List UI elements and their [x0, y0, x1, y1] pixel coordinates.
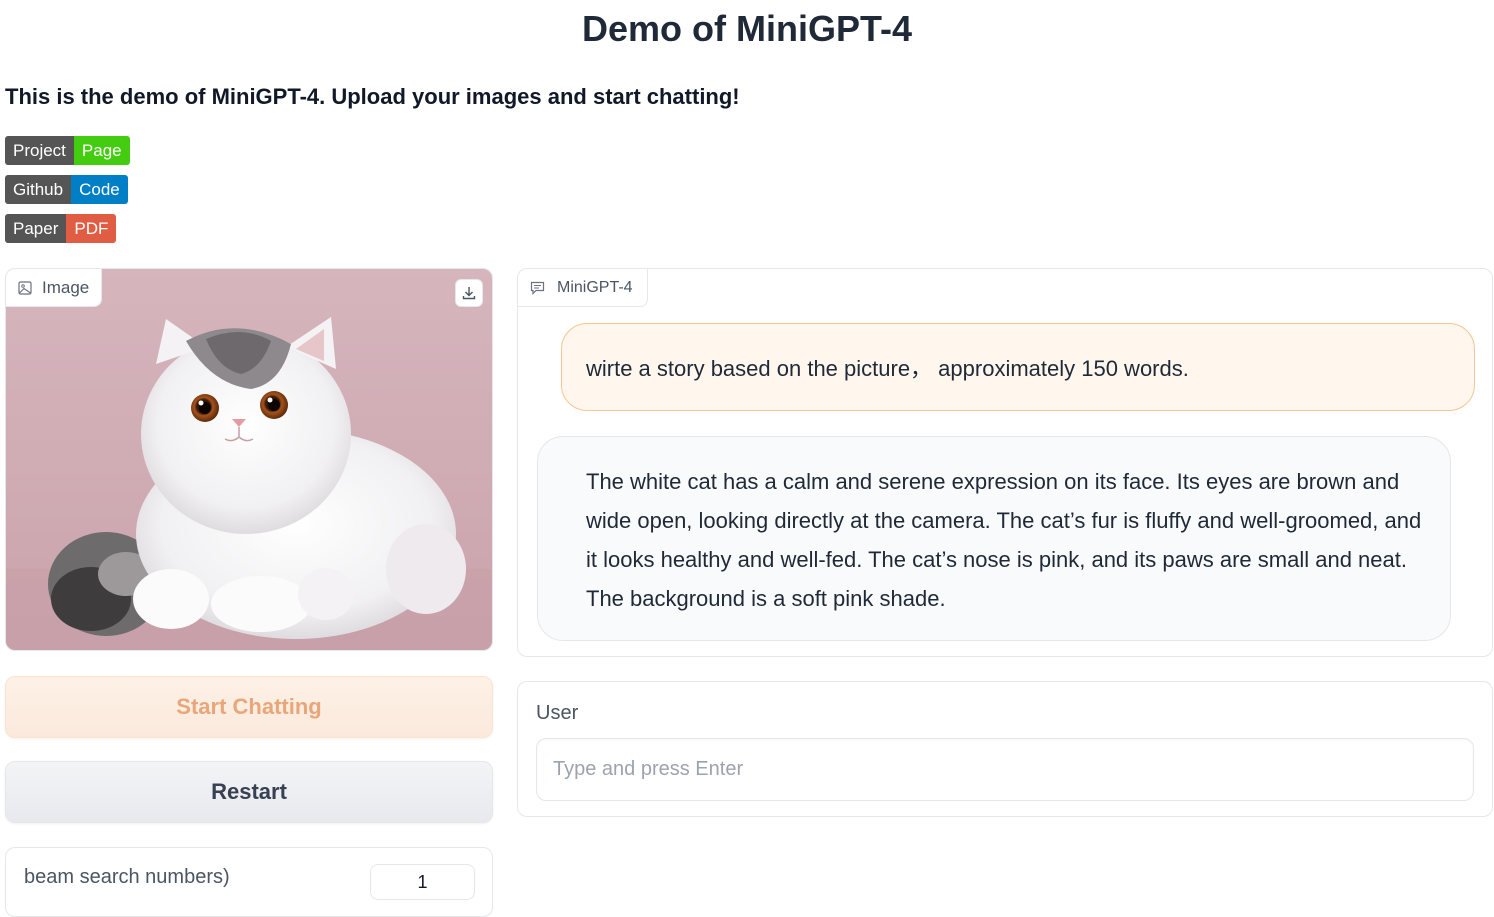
badge-right-label: Page	[73, 136, 130, 165]
github-code-badge[interactable]: Github Code	[5, 175, 128, 204]
paper-pdf-badge[interactable]: Paper PDF	[5, 214, 117, 243]
badge-right-label: Code	[71, 175, 128, 204]
beam-search-panel: beam search numbers) 1	[5, 847, 493, 917]
download-icon	[462, 287, 476, 300]
restart-button[interactable]: Restart	[5, 761, 493, 823]
start-chatting-button[interactable]: Start Chatting	[5, 676, 493, 738]
chatbot-panel: MiniGPT-4 wirte a story based on the pic…	[517, 268, 1493, 657]
page-subtitle: This is the demo of MiniGPT-4. Upload yo…	[5, 84, 740, 109]
image-label: Image	[6, 269, 103, 307]
user-input-panel: User	[517, 681, 1493, 817]
beam-search-label: beam search numbers)	[24, 866, 230, 888]
bot-message-bubble: The white cat has a calm and serene expr…	[537, 436, 1451, 641]
user-message-input[interactable]	[536, 738, 1474, 801]
image-label-text: Image	[42, 277, 90, 297]
page-title: Demo of MiniGPT-4	[581, 8, 912, 49]
user-input-label: User	[536, 702, 579, 724]
badge-left-label: Github	[5, 175, 72, 204]
download-button[interactable]	[455, 279, 483, 307]
beam-search-input[interactable]: 1	[370, 864, 475, 900]
cat-photo	[6, 269, 492, 650]
image-upload-panel[interactable]: Image	[5, 268, 493, 651]
badge-right-label: PDF	[66, 214, 117, 243]
badge-left-label: Paper	[5, 214, 67, 243]
image-icon	[18, 280, 32, 295]
project-page-badge[interactable]: Project Page	[5, 136, 130, 165]
badge-left-label: Project	[5, 136, 74, 165]
chat-icon	[530, 281, 545, 295]
user-message-bubble: wirte a story based on the picture， appr…	[561, 323, 1475, 411]
chatbot-label: MiniGPT-4	[518, 269, 648, 307]
chatbot-label-text: MiniGPT-4	[557, 278, 633, 296]
